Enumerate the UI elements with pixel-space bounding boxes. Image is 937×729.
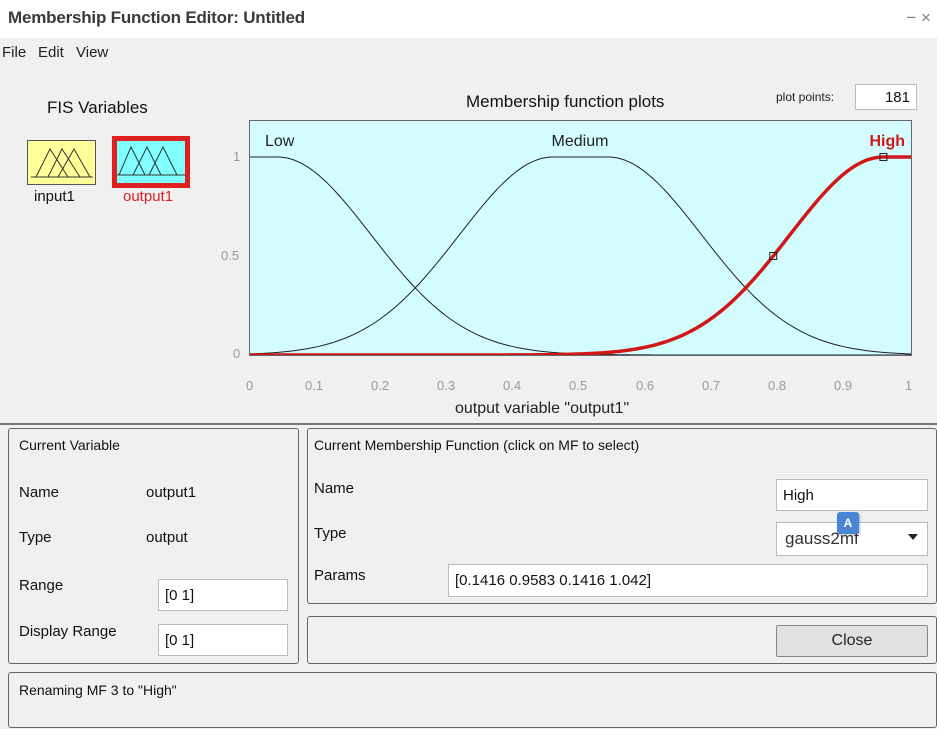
plot-points-label: plot points: [776,90,835,104]
variable-name-label: Name [19,484,60,501]
window-title: Membership Function Editor: Untitled [8,8,305,27]
x-tick-label: 0 [246,378,254,393]
menu-bar: File Edit View [0,38,937,68]
x-tick-label: 0.3 [437,378,456,393]
display-range-input[interactable] [158,624,288,656]
output1-label[interactable]: output1 [123,188,173,205]
y-tick-label: 0.5 [221,248,240,263]
membership-plot[interactable]: Low Medium High [249,120,912,357]
mf-params-input[interactable] [448,564,928,597]
y-tick-label: 0 [233,346,241,361]
translate-badge-icon[interactable]: A [837,512,859,534]
title-bar: Membership Function Editor: Untitled − × [0,0,937,38]
x-tick-label: 0.4 [503,378,522,393]
variable-type-value: output [146,529,188,546]
mf-label-high[interactable]: High [869,133,905,150]
menu-view[interactable]: View [76,44,108,61]
status-text: Renaming MF 3 to "High" [19,682,177,698]
status-bar [8,672,937,728]
range-input[interactable] [158,579,288,611]
input1-variable-block[interactable] [27,140,96,185]
x-tick-label: 0.7 [702,378,721,393]
mf-shape-icon [31,147,93,178]
variable-name-value: output1 [146,484,197,501]
input1-label[interactable]: input1 [34,188,75,205]
mf-shape-icon [117,145,185,176]
output1-variable-block[interactable] [112,136,190,188]
mf-params-label: Params [314,567,366,584]
mf-name-input[interactable] [776,479,928,511]
current-mf-title: Current Membership Function (click on MF… [314,437,640,453]
chevron-down-icon [908,534,918,540]
mf-label-low[interactable]: Low [265,133,295,150]
fis-variables-title: FIS Variables [47,98,148,117]
close-button[interactable]: Close [776,625,928,657]
membership-plot-svg[interactable]: Low Medium High [249,121,912,357]
menu-file[interactable]: File [2,44,26,61]
display-range-label: Display Range [19,623,117,640]
x-axis-label: output variable "output1" [455,400,630,417]
x-tick-label: 0.6 [636,378,655,393]
mf-label-medium[interactable]: Medium [552,133,609,150]
menu-edit[interactable]: Edit [38,44,64,61]
plot-points-input[interactable] [855,84,917,110]
x-tick-label: 1 [905,378,913,393]
mf-type-label: Type [314,525,347,542]
x-tick-label: 0.8 [768,378,787,393]
window-controls[interactable]: − × [906,8,931,28]
mf-curve-high[interactable] [250,155,911,357]
x-tick-label: 0.5 [569,378,588,393]
variable-type-label: Type [19,529,52,546]
current-variable-title: Current Variable [19,437,120,453]
y-tick-label: 1 [233,149,241,164]
plot-title: Membership function plots [466,92,665,111]
x-tick-label: 0.1 [305,378,324,393]
x-tick-label: 0.9 [834,378,853,393]
range-label: Range [19,577,64,594]
x-tick-label: 0.2 [371,378,390,393]
mf-curve-medium[interactable] [249,156,912,355]
mf-name-label: Name [314,480,355,497]
mf-curve-low[interactable] [250,156,911,356]
